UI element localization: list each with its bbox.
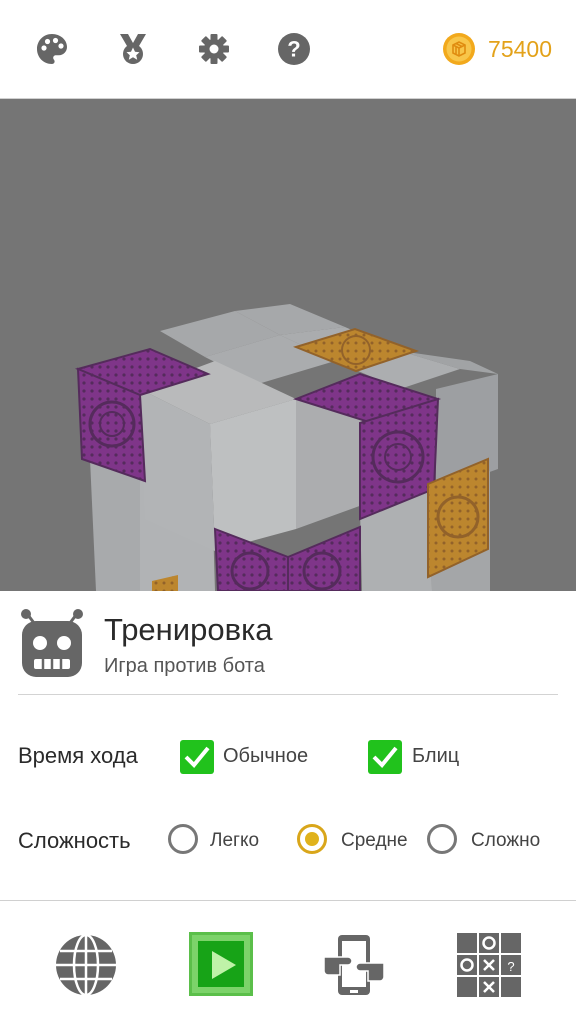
option-easy-label: Легко [210,830,260,851]
coin-count: 75400 [488,35,552,62]
move-time-label: Время хода [18,743,138,768]
top-toolbar: ? 75400 [0,0,576,99]
play-icon [212,951,236,979]
checkmark-icon [372,746,398,768]
svg-text:?: ? [507,959,514,974]
play-button[interactable] [189,932,253,996]
difficulty-label: Сложность [18,828,131,853]
mode-subtitle: Игра против бота [104,655,265,677]
checkmark-icon [184,746,210,768]
mode-title: Тренировка [104,612,273,647]
globe-icon[interactable] [54,933,118,997]
svg-text:?: ? [287,37,300,62]
palette-icon[interactable] [35,32,69,66]
option-normal-label: Обычное [223,745,309,767]
game-board-3d[interactable] [0,99,576,591]
coin-balance[interactable]: 75400 [442,31,552,67]
radio-medium[interactable] [297,824,327,854]
bottom-nav: ? [0,900,576,1025]
option-hard-label: Сложно [471,830,541,851]
option-blitz-label: Блиц [412,745,460,767]
robot-icon [21,609,83,677]
coin-icon [443,33,476,65]
radio-easy[interactable] [168,824,198,854]
help-icon[interactable]: ? [277,32,311,66]
cube-board [0,99,576,591]
phone-hands-icon[interactable] [322,933,386,997]
radio-hard[interactable] [427,824,457,854]
tic-tac-toe-icon[interactable]: ? [457,933,521,997]
mode-panel [0,591,576,695]
option-medium-label: Средне [341,830,408,851]
divider [18,694,558,695]
medal-icon[interactable] [116,32,150,66]
gear-icon[interactable] [197,32,231,66]
checkbox-blitz[interactable] [368,740,402,774]
checkbox-normal[interactable] [180,740,214,774]
